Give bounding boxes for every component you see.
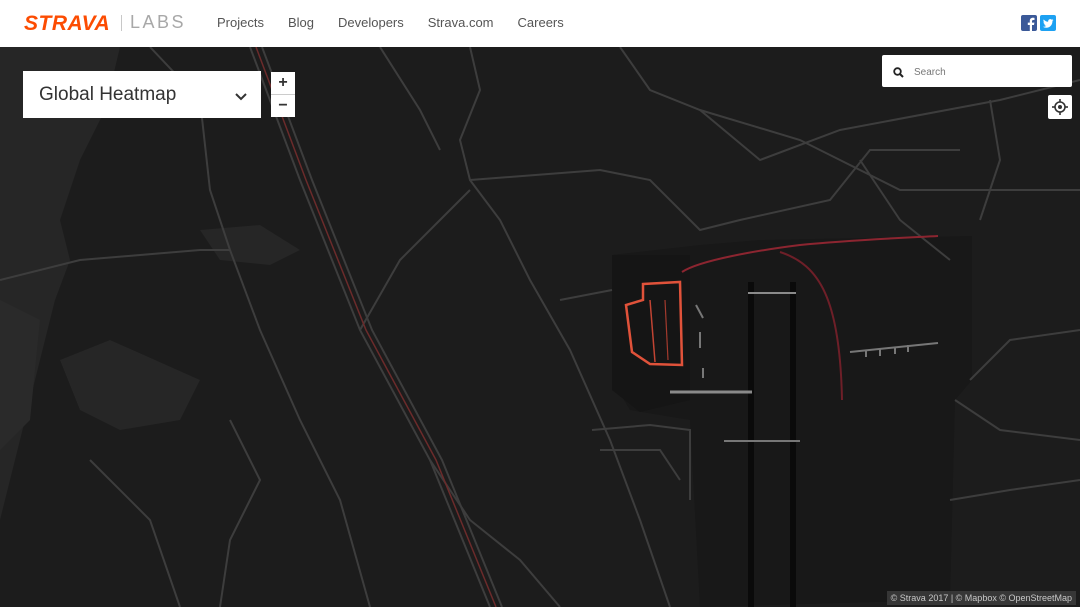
nav-strava-com[interactable]: Strava.com <box>428 15 494 30</box>
main-nav: Projects Blog Developers Strava.com Care… <box>217 15 588 30</box>
nav-developers[interactable]: Developers <box>338 15 404 30</box>
facebook-icon[interactable] <box>1021 15 1037 31</box>
chevron-down-icon <box>235 88 247 106</box>
locate-button[interactable] <box>1048 95 1072 119</box>
search-box <box>882 55 1072 87</box>
header-bar: STRAVA LABS Projects Blog Developers Str… <box>0 0 1080 47</box>
heatmap-map[interactable] <box>0 47 1080 607</box>
map-attribution[interactable]: © Strava 2017 | © Mapbox © OpenStreetMap <box>886 591 1076 605</box>
twitter-icon[interactable] <box>1040 15 1056 31</box>
heatmap-selector-label: Global Heatmap <box>39 84 177 105</box>
search-icon <box>893 65 904 83</box>
logo-divider <box>121 15 122 31</box>
zoom-controls: + − <box>271 72 295 117</box>
runway <box>748 282 754 607</box>
zoom-in-button[interactable]: + <box>271 72 295 94</box>
nav-blog[interactable]: Blog <box>288 15 314 30</box>
runway <box>790 282 796 607</box>
nav-projects[interactable]: Projects <box>217 15 264 30</box>
locate-icon <box>1052 99 1068 115</box>
nav-careers[interactable]: Careers <box>518 15 564 30</box>
social-links <box>1021 15 1056 31</box>
strava-logo[interactable]: STRAVA <box>24 12 110 36</box>
airfield-apron <box>612 255 690 412</box>
search-input[interactable] <box>912 61 1066 83</box>
heatmap-selector[interactable]: Global Heatmap <box>23 71 261 118</box>
labs-logo[interactable]: LABS <box>130 12 186 33</box>
zoom-out-button[interactable]: − <box>271 94 295 117</box>
